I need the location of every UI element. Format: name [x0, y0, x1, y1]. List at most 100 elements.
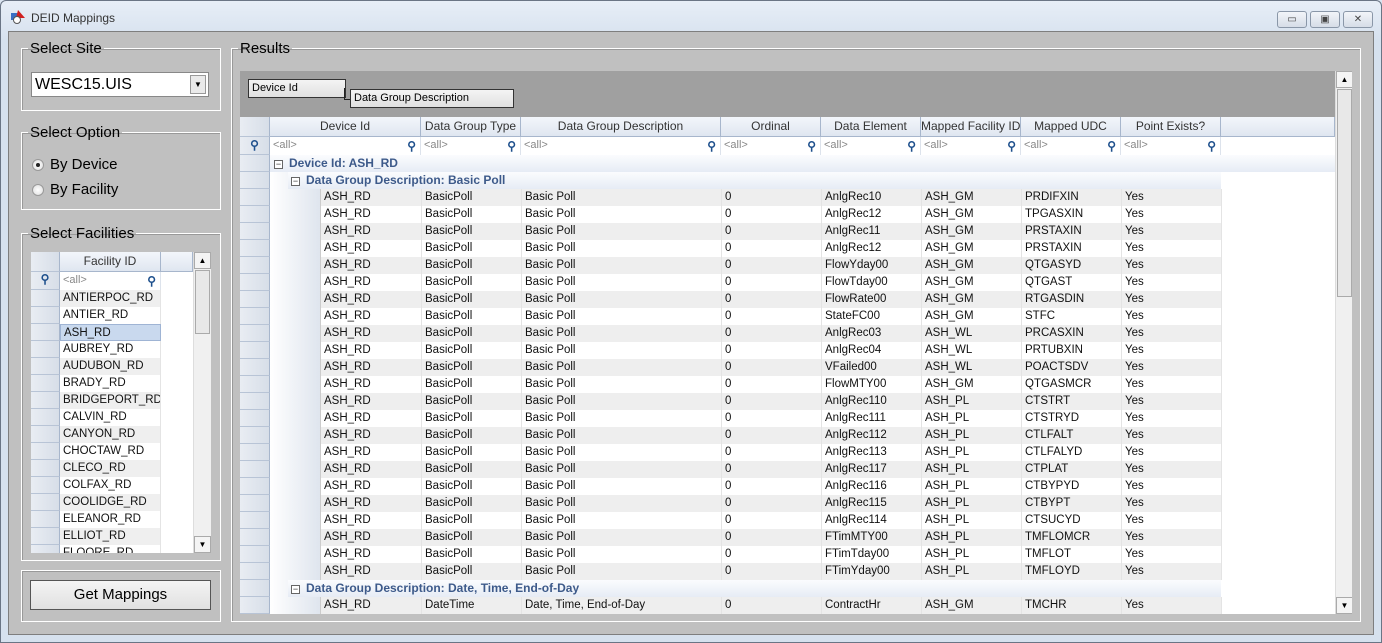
by-device-radio[interactable]: By Device	[32, 156, 118, 173]
table-row[interactable]: ASH_RD BasicPoll Basic Poll 0 FlowRate00 ASH_…	[320, 291, 1222, 308]
group-by-device-id[interactable]: Device Id	[248, 79, 346, 98]
facility-item[interactable]: ELLIOT_RD	[60, 528, 161, 545]
facility-item[interactable]: BRADY_RD	[60, 375, 161, 392]
group-row-description[interactable]: − Data Group Description: Basic Poll	[288, 172, 1221, 189]
table-row[interactable]: ASH_RD BasicPoll Basic Poll 0 AnlgRec111 ASH_…	[320, 410, 1222, 427]
facility-item[interactable]: AUBREY_RD	[60, 341, 161, 358]
scroll-up-icon[interactable]: ▲	[194, 252, 211, 269]
row-selector[interactable]	[31, 409, 60, 426]
facility-item[interactable]: CLECO_RD	[60, 460, 161, 477]
row-selector[interactable]	[240, 461, 270, 478]
row-selector[interactable]	[240, 240, 270, 257]
facility-item[interactable]: ANTIERPOC_RD	[60, 290, 161, 307]
row-selector[interactable]	[240, 223, 270, 240]
group-row-device[interactable]: − Device Id: ASH_RD	[270, 155, 1335, 172]
row-selector[interactable]	[240, 563, 270, 580]
table-row[interactable]: ASH_RD BasicPoll Basic Poll 0 AnlgRec117 ASH_…	[320, 461, 1222, 478]
row-selector[interactable]	[240, 580, 270, 597]
row-selector[interactable]	[240, 172, 270, 189]
row-selector[interactable]	[31, 443, 60, 460]
row-selector[interactable]	[31, 460, 60, 477]
facility-id-header[interactable]: Facility ID	[60, 252, 161, 272]
facility-item[interactable]: CALVIN_RD	[60, 409, 161, 426]
column-header-mapped-facility-id[interactable]: Mapped Facility ID	[921, 117, 1021, 137]
filter-data-group-description[interactable]: <all> ⚲	[521, 137, 721, 155]
filter-search-icon[interactable]: ⚲	[240, 137, 270, 155]
row-selector[interactable]	[240, 393, 270, 410]
group-by-data-group-description[interactable]: Data Group Description	[350, 89, 514, 108]
row-selector[interactable]	[240, 257, 270, 274]
table-row[interactable]: ASH_RD BasicPoll Basic Poll 0 AnlgRec112 ASH_…	[320, 427, 1222, 444]
table-row[interactable]: ASH_RD BasicPoll Basic Poll 0 AnlgRec04 ASH_W…	[320, 342, 1222, 359]
table-row[interactable]: ASH_RD BasicPoll Basic Poll 0 AnlgRec116 ASH_…	[320, 478, 1222, 495]
column-header-ordinal[interactable]: Ordinal	[721, 117, 821, 137]
results-scrollbar[interactable]: ▲ ▼	[1335, 71, 1352, 614]
facility-item[interactable]: CANYON_RD	[60, 426, 161, 443]
search-icon[interactable]: ⚲	[1207, 138, 1216, 155]
table-row[interactable]: ASH_RD BasicPoll Basic Poll 0 AnlgRec03 ASH_W…	[320, 325, 1222, 342]
search-icon[interactable]: ⚲	[707, 138, 716, 155]
table-row[interactable]: ASH_RD BasicPoll Basic Poll 0 AnlgRec113 ASH_…	[320, 444, 1222, 461]
column-header-point-exists[interactable]: Point Exists?	[1121, 117, 1221, 137]
row-selector[interactable]	[240, 342, 270, 359]
filter-mapped-udc[interactable]: <all> ⚲	[1021, 137, 1121, 155]
facility-filter-input[interactable]: <all> ⚲	[60, 272, 161, 290]
close-button[interactable]: ✕	[1343, 11, 1373, 28]
row-selector[interactable]	[240, 291, 270, 308]
filter-device-id[interactable]: <all> ⚲	[270, 137, 421, 155]
search-icon[interactable]: ⚲	[1007, 138, 1016, 155]
row-selector[interactable]	[240, 274, 270, 291]
search-icon[interactable]: ⚲	[907, 138, 916, 155]
radio-checked-icon[interactable]	[32, 158, 44, 171]
search-icon[interactable]: ⚲	[147, 273, 156, 290]
table-row[interactable]: ASH_RD BasicPoll Basic Poll 0 AnlgRec114 ASH_…	[320, 512, 1222, 529]
facility-item[interactable]: COOLIDGE_RD	[60, 494, 161, 511]
row-selector[interactable]	[31, 494, 60, 511]
row-selector[interactable]	[240, 444, 270, 461]
row-selector[interactable]	[240, 410, 270, 427]
row-selector[interactable]	[240, 376, 270, 393]
radio-unchecked-icon[interactable]	[32, 183, 44, 196]
row-selector[interactable]	[31, 358, 60, 375]
collapse-icon[interactable]: −	[291, 177, 300, 186]
table-row[interactable]: ASH_RD BasicPoll Basic Poll 0 FlowYday00 ASH_…	[320, 257, 1222, 274]
row-selector[interactable]	[240, 597, 270, 614]
facility-item[interactable]: AUDUBON_RD	[60, 358, 161, 375]
row-selector[interactable]	[240, 206, 270, 223]
row-selector[interactable]	[240, 155, 270, 172]
scrollbar-thumb[interactable]	[1337, 89, 1352, 297]
scroll-down-icon[interactable]: ▼	[1336, 597, 1352, 614]
table-row[interactable]: ASH_RD BasicPoll Basic Poll 0 FTimMTY00 ASH_P…	[320, 529, 1222, 546]
row-selector[interactable]	[240, 308, 270, 325]
facility-item[interactable]: FLOORE_RD	[60, 545, 161, 553]
get-mappings-button[interactable]: Get Mappings	[30, 580, 211, 610]
filter-data-group-type[interactable]: <all> ⚲	[421, 137, 521, 155]
column-header-device-id[interactable]: Device Id	[270, 117, 421, 137]
row-selector[interactable]	[240, 529, 270, 546]
table-row[interactable]: ASH_RD BasicPoll Basic Poll 0 AnlgRec10 ASH_G…	[320, 189, 1222, 206]
facility-item[interactable]: CHOCTAW_RD	[60, 443, 161, 460]
table-row[interactable]: ASH_RD BasicPoll Basic Poll 0 FlowTday00 ASH_…	[320, 274, 1222, 291]
row-selector[interactable]	[240, 495, 270, 512]
row-selector[interactable]	[240, 325, 270, 342]
row-selector[interactable]	[31, 477, 60, 494]
scrollbar-thumb[interactable]	[195, 270, 210, 334]
group-row-description[interactable]: − Data Group Description: Date, Time, End…	[288, 580, 1221, 597]
row-selector[interactable]	[31, 545, 60, 553]
row-selector[interactable]	[31, 375, 60, 392]
row-selector[interactable]	[240, 512, 270, 529]
filter-point-exists[interactable]: <all> ⚲	[1121, 137, 1221, 155]
row-selector[interactable]	[240, 427, 270, 444]
collapse-icon[interactable]: −	[274, 160, 283, 169]
facility-item[interactable]: BRIDGEPORT_RD	[60, 392, 161, 409]
row-selector[interactable]	[31, 290, 60, 307]
by-facility-radio[interactable]: By Facility	[32, 181, 118, 198]
minimize-button[interactable]: ▭	[1277, 11, 1307, 28]
row-selector[interactable]	[240, 546, 270, 563]
site-dropdown[interactable]: WESC15.UIS ▼	[31, 72, 209, 97]
filter-mapped-facility-id[interactable]: <all> ⚲	[921, 137, 1021, 155]
row-selector[interactable]	[240, 359, 270, 376]
row-selector[interactable]	[31, 307, 60, 324]
search-icon[interactable]: ⚲	[507, 138, 516, 155]
search-icon[interactable]: ⚲	[407, 138, 416, 155]
